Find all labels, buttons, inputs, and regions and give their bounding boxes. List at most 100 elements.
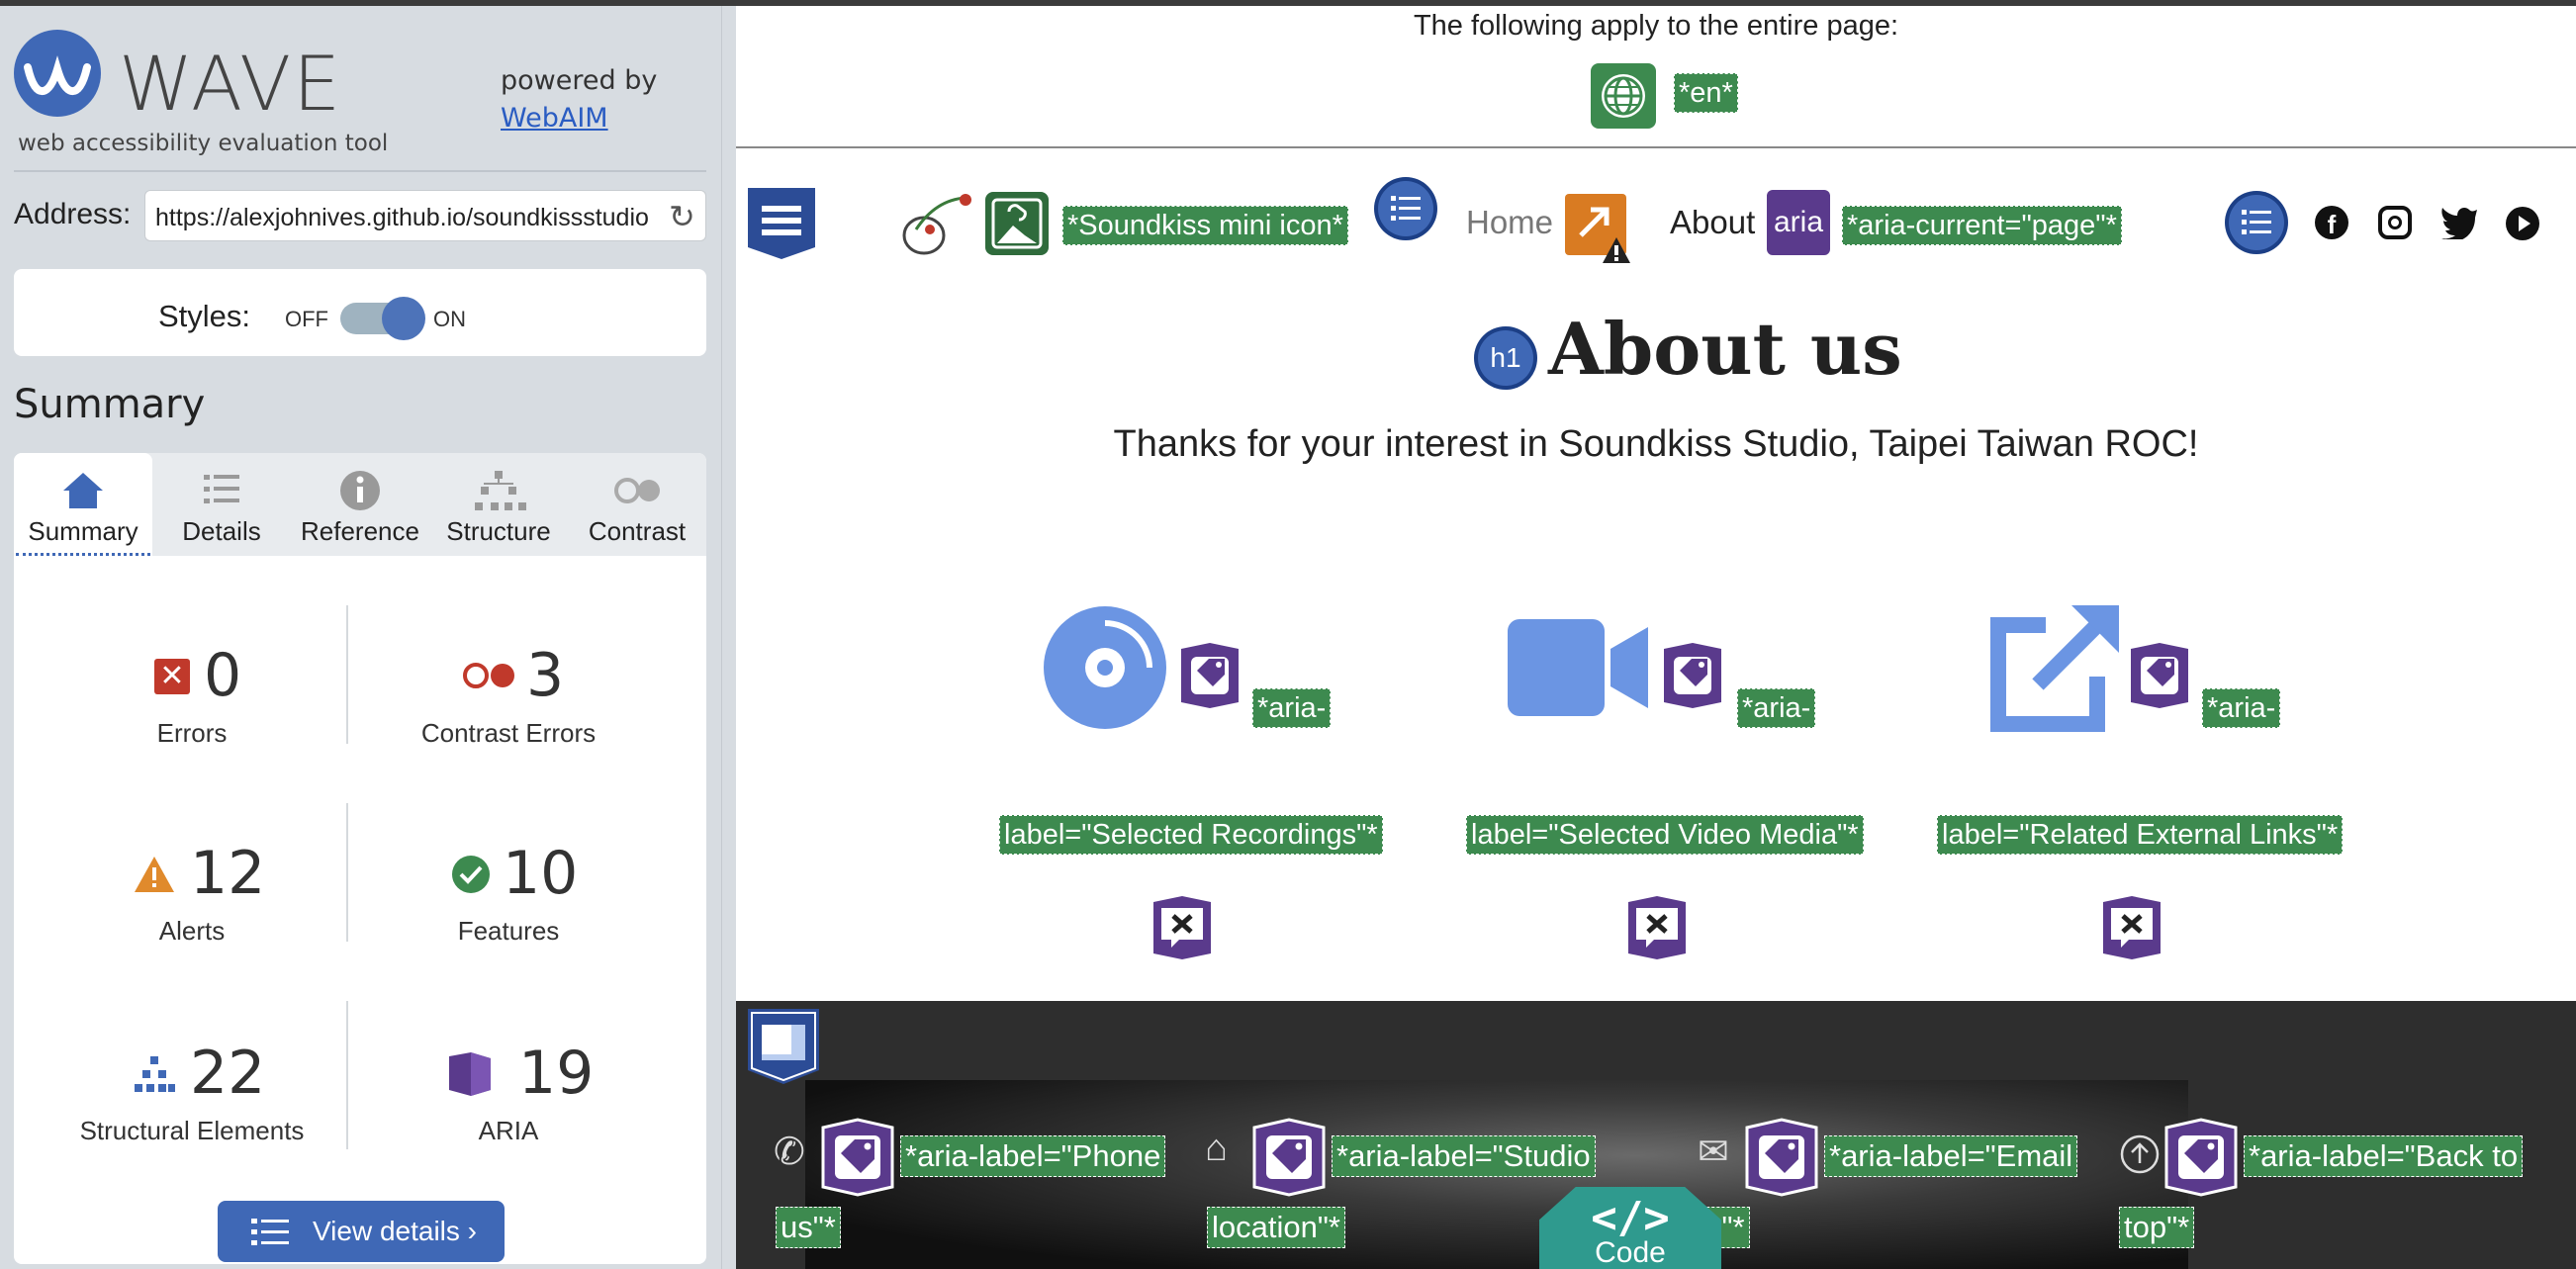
youtube-play-icon[interactable] <box>2505 206 2540 246</box>
page-divider <box>736 146 2576 148</box>
aria-label: ARIA <box>478 1116 539 1145</box>
alert-icon <box>133 855 176 899</box>
soundkiss-logo-icon[interactable] <box>896 190 975 262</box>
redundant-link-alert-icon[interactable] <box>1561 190 1632 270</box>
envelope-icon[interactable]: ✉ <box>1698 1130 1729 1174</box>
aria-tag-icon[interactable] <box>1743 1118 1820 1202</box>
styles-on-label: ON <box>433 307 466 331</box>
card-aria-label-bottom: label="Selected Recordings"* <box>999 815 1383 855</box>
tab-label: Structure <box>446 516 551 546</box>
aria-tag-icon[interactable] <box>2127 641 2192 715</box>
arrow-up-circle-icon[interactable] <box>2119 1133 2161 1185</box>
list-structure-icon[interactable] <box>1373 176 1438 246</box>
error-icon: ✕ <box>154 659 190 694</box>
link-empty-error-icon[interactable] <box>1624 894 1690 966</box>
facebook-icon[interactable]: f <box>2315 206 2348 239</box>
tab-reference[interactable]: Reference <box>291 453 429 556</box>
tab-label: Summary <box>28 516 138 546</box>
phone-icon[interactable]: ✆ <box>774 1130 805 1174</box>
external-link-icon[interactable] <box>1988 603 2123 739</box>
summary-heading: Summary <box>14 382 206 427</box>
styles-toggle-knob[interactable] <box>382 297 425 340</box>
link-empty-error-icon[interactable] <box>2099 894 2164 966</box>
aria-tag-icon[interactable] <box>819 1118 896 1202</box>
contrast-icon <box>568 465 706 514</box>
feature-check-icon <box>451 855 491 899</box>
alerts-label: Alerts <box>158 916 226 946</box>
navigation-region-icon[interactable] <box>744 184 819 268</box>
video-camera-icon[interactable] <box>1508 619 1652 723</box>
footer-aria-label-bottom: location"* <box>1207 1207 1345 1248</box>
footer-region-icon[interactable] <box>744 1005 823 1093</box>
tab-structure[interactable]: Structure <box>429 453 568 556</box>
structural-label: Structural Elements <box>79 1116 305 1145</box>
list-structure-icon[interactable] <box>2224 190 2289 260</box>
page-title: About us <box>1548 307 1902 391</box>
twitter-icon[interactable] <box>2439 204 2479 244</box>
linked-image-icon[interactable] <box>985 192 1049 255</box>
home-icon <box>14 465 152 514</box>
features-count: 10 <box>503 839 579 908</box>
list-icon <box>152 465 291 514</box>
stats-divider <box>346 803 348 942</box>
app-title: WAVE <box>119 40 343 128</box>
aria-current-label: *aria-current="page"* <box>1842 206 2122 245</box>
tab-label: Contrast <box>588 516 687 546</box>
aria-tag-icon[interactable] <box>2162 1118 2240 1202</box>
footer-aria-label-top: *aria-label="Back to <box>2244 1135 2524 1177</box>
footer-aria-label-bottom: us"* <box>776 1207 841 1248</box>
structural-count: 22 <box>190 1039 266 1108</box>
code-view-button[interactable]: </> Code <box>1539 1187 1721 1269</box>
card-aria-label-top: *aria- <box>1252 688 1332 728</box>
icon-alt-label: *Soundkiss mini icon* <box>1062 206 1348 245</box>
h1-badge-label: h1 <box>1478 330 1533 386</box>
view-details-label: View details › <box>313 1216 478 1246</box>
info-icon <box>291 465 429 514</box>
app-subtitle: web accessibility evaluation tool <box>18 131 389 156</box>
tab-summary[interactable]: Summary <box>14 453 152 556</box>
footer-aria-label-bottom: top"* <box>2119 1207 2195 1248</box>
address-label: Address: <box>14 198 132 230</box>
tab-label: Details <box>182 516 261 546</box>
nav-link-about[interactable]: About <box>1670 204 1755 241</box>
sidebar-resize-rail[interactable] <box>721 6 736 1269</box>
disc-icon[interactable] <box>1043 605 1167 735</box>
aria-badge-icon[interactable]: aria <box>1767 190 1830 255</box>
instagram-icon[interactable] <box>2378 206 2412 239</box>
styles-off-label: OFF <box>285 307 328 331</box>
aria-tag-icon[interactable] <box>1250 1118 1328 1202</box>
webaim-link[interactable]: WebAIM <box>501 103 608 134</box>
link-empty-error-icon[interactable] <box>1150 894 1215 966</box>
features-label: Features <box>457 916 560 946</box>
styles-label: Styles: <box>158 299 251 333</box>
reload-icon[interactable]: ↻ <box>663 198 701 235</box>
errors-label: Errors <box>156 718 228 748</box>
language-globe-icon[interactable] <box>1591 63 1656 129</box>
view-details-button[interactable]: View details › <box>218 1201 505 1262</box>
contrast-errors-count: 3 <box>526 641 565 710</box>
tab-details[interactable]: Details <box>152 453 291 556</box>
list-icon <box>251 1219 289 1245</box>
footer-aria-label-top: *aria-label="Studio <box>1332 1135 1596 1177</box>
aria-tag-icon[interactable] <box>1660 641 1725 715</box>
tab-contrast[interactable]: Contrast <box>568 453 706 556</box>
card-aria-label-top: *aria- <box>1737 688 1816 728</box>
nav-link-home[interactable]: Home <box>1466 204 1553 241</box>
card-aria-label-bottom: label="Related External Links"* <box>1937 815 2344 855</box>
intro-text: Thanks for your interest in Soundkiss St… <box>1113 423 2199 465</box>
card-aria-label-top: *aria- <box>2202 688 2281 728</box>
contrast-error-icon <box>461 661 520 690</box>
aria-tag-icon[interactable] <box>1177 641 1242 715</box>
address-input[interactable]: https://alexjohnives.github.io/soundkiss… <box>144 190 706 241</box>
divider <box>14 170 706 172</box>
footer-aria-label-top: *aria-label="Phone <box>900 1135 1166 1177</box>
card-aria-label-bottom: label="Selected Video Media"* <box>1466 815 1864 855</box>
h1-badge-icon[interactable]: h1 <box>1474 326 1537 390</box>
aria-count: 19 <box>518 1039 595 1108</box>
tab-label: Reference <box>301 516 419 546</box>
aria-icon <box>445 1048 495 1103</box>
footer-aria-label-top: *aria-label="Email <box>1824 1135 2078 1177</box>
home-outline-icon[interactable]: ⌂ <box>1205 1128 1228 1170</box>
wave-logo-icon <box>14 30 101 117</box>
language-label: *en* <box>1674 73 1738 113</box>
